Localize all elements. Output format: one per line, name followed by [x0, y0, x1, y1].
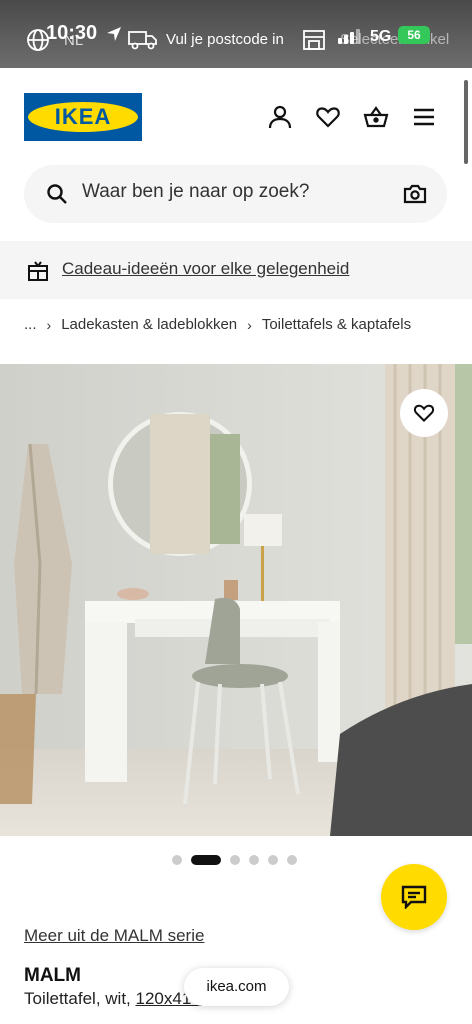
heart-icon[interactable] — [315, 104, 341, 130]
browser-url-pill[interactable]: ikea.com — [184, 968, 289, 1006]
battery-indicator: 56 — [398, 26, 430, 44]
promo-link[interactable]: Cadeau-ideeën voor elke gelegenheid — [62, 259, 349, 279]
logo-text: IKEA — [28, 102, 138, 132]
search-icon[interactable] — [46, 183, 68, 205]
carousel-dot[interactable] — [249, 855, 259, 865]
breadcrumb-item[interactable]: Ladekasten & ladeblokken — [61, 316, 237, 333]
basket-icon[interactable] — [363, 104, 389, 130]
promo-banner[interactable]: Cadeau-ideeën voor elke gelegenheid — [0, 241, 472, 299]
product-photo-illustration — [0, 364, 472, 836]
ikea-logo[interactable]: IKEA — [24, 93, 142, 141]
scrollbar[interactable] — [464, 80, 468, 164]
postcode-link[interactable]: Vul je postcode in — [166, 31, 284, 48]
product-type: Toilettafel, wit, — [24, 989, 136, 1008]
carousel-dot[interactable] — [172, 855, 182, 865]
series-link[interactable]: Meer uit de MALM serie — [24, 926, 204, 946]
chat-bubble-icon — [401, 885, 427, 909]
carousel-dot[interactable] — [268, 855, 278, 865]
heart-icon — [413, 404, 435, 423]
breadcrumb: ... › Ladekasten & ladeblokken › Toilett… — [24, 316, 411, 333]
breadcrumb-item[interactable]: Toilettafels & kaptafels — [262, 316, 411, 333]
network-label: 5G — [370, 28, 392, 45]
breadcrumb-item[interactable]: ... — [24, 316, 37, 333]
status-time: 10:30 — [46, 22, 98, 44]
camera-icon[interactable] — [403, 182, 427, 206]
carousel-dot[interactable] — [287, 855, 297, 865]
search-bar[interactable] — [24, 165, 447, 223]
status-bar: NL 10:30 Vul je postcode in Selecteer wi… — [0, 0, 472, 68]
chevron-right-icon: › — [247, 316, 252, 333]
gift-icon — [28, 261, 48, 281]
store-icon[interactable] — [302, 29, 326, 51]
carousel-dots[interactable] — [172, 855, 306, 865]
chevron-right-icon: › — [46, 316, 52, 333]
truck-icon[interactable] — [128, 30, 158, 50]
signal-icon — [338, 26, 362, 44]
menu-icon[interactable] — [411, 104, 437, 130]
carousel-dot-active[interactable] — [191, 855, 221, 865]
location-arrow-icon — [107, 27, 121, 41]
carousel-dot[interactable] — [230, 855, 240, 865]
product-name: MALM — [24, 965, 81, 986]
favorite-button[interactable] — [400, 389, 448, 437]
chat-button[interactable] — [381, 864, 447, 930]
search-input[interactable] — [82, 181, 382, 203]
product-image[interactable] — [0, 364, 472, 836]
user-icon[interactable] — [267, 104, 293, 130]
